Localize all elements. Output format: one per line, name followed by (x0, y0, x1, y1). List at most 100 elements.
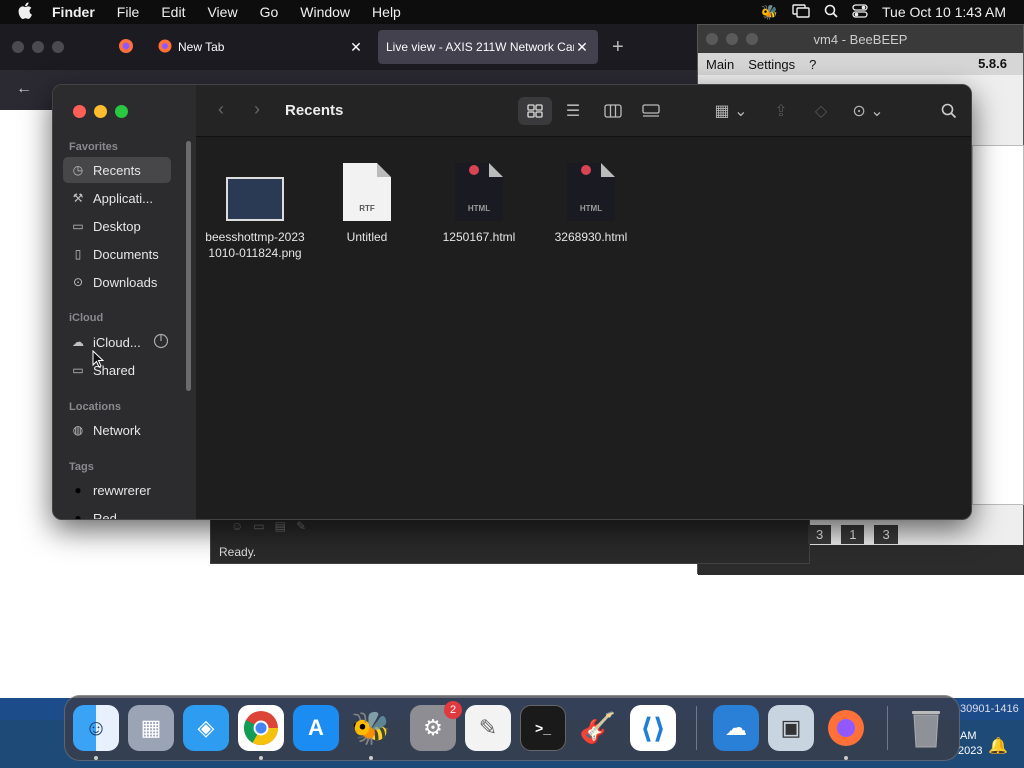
dock-weather-icon[interactable]: ☁ (713, 705, 759, 751)
menu-finder[interactable]: Finder (52, 4, 95, 20)
clear-icon[interactable]: ✎ (296, 519, 306, 539)
globe-icon: ◍ (72, 423, 84, 437)
sidebar-item-shared[interactable]: ▭ Shared (63, 357, 171, 383)
sidebar-section-icloud: iCloud (69, 312, 104, 324)
firefox-view-icon[interactable] (118, 38, 134, 57)
action-menu-button[interactable]: ⊙ ⌄ (846, 97, 890, 125)
finder-toolbar: ‹ › Recents ☰ ▦ ⌄ ⇪ ◇ ⊙ ⌄ (196, 85, 971, 137)
sidebar-item-desktop[interactable]: ▭ Desktop (63, 213, 171, 239)
zoom-button[interactable] (746, 33, 758, 45)
dock-textedit-icon[interactable]: ✎ (465, 705, 511, 751)
page-title: Recents (285, 102, 344, 119)
close-tab-icon[interactable]: ✕ (348, 39, 364, 56)
file-item-html-2[interactable]: HTML 3268930.html (541, 161, 641, 245)
menu-go[interactable]: Go (260, 4, 279, 20)
sidebar-item-label: iCloud... (93, 334, 141, 350)
beebeep-menu-main[interactable]: Main (706, 57, 734, 72)
sidebar-item-tag-red[interactable]: ● Red (63, 505, 171, 520)
search-icon[interactable] (932, 97, 966, 125)
sidebar-item-tag-rewwrerer[interactable]: ● rewwrerer (63, 477, 171, 503)
list-view-button[interactable]: ☰ (556, 97, 590, 125)
menu-file[interactable]: File (117, 4, 140, 20)
sidebar-item-label: Downloads (93, 274, 158, 290)
menu-view[interactable]: View (207, 4, 237, 20)
menubar-clock[interactable]: Tue Oct 10 1:43 AM (882, 4, 1006, 20)
forward-chevron-icon[interactable]: › (254, 99, 260, 120)
close-button[interactable] (73, 105, 86, 118)
apple-logo-icon[interactable] (18, 2, 38, 22)
dock-beebeep-icon[interactable]: 🐝 (348, 705, 394, 751)
screen-mirroring-icon[interactable] (792, 3, 810, 21)
file-item-untitled[interactable]: RTF Untitled (317, 161, 417, 245)
dock-launchpad-icon[interactable]: ▦ (128, 705, 174, 751)
sync-progress-icon (153, 333, 169, 352)
minimize-button[interactable] (94, 105, 107, 118)
dock-finder-icon[interactable]: ☺ (73, 705, 119, 751)
dock-system-settings-icon[interactable]: ⚙ 2 (410, 701, 462, 751)
dock-vscode-icon[interactable]: ⟨⟩ (630, 705, 676, 751)
beebeep-menu-help[interactable]: ? (809, 57, 816, 72)
tag-icon[interactable]: ◇ (804, 97, 838, 125)
beebeep-status-icon[interactable]: 🐝 (761, 4, 778, 21)
minimize-button[interactable] (726, 33, 738, 45)
column-view-button[interactable] (596, 97, 630, 125)
beebeep-menu-settings[interactable]: Settings (748, 57, 795, 72)
sidebar-item-network[interactable]: ◍ Network (63, 417, 171, 443)
send-file-icon[interactable]: ▤ (275, 519, 286, 539)
menu-help[interactable]: Help (372, 4, 401, 20)
sidebar-item-icloud-drive[interactable]: ☁ iCloud... (63, 329, 171, 355)
back-chevron-icon[interactable]: ‹ (218, 99, 224, 120)
sidebar-item-applications[interactable]: ⚒ Applicati... (63, 185, 171, 211)
corner-year: 2023 (958, 745, 983, 757)
dock-chrome-icon[interactable] (238, 705, 284, 751)
image-icon[interactable]: ▭ (253, 519, 264, 539)
tab-new-tab[interactable]: New Tab ✕ (150, 30, 372, 64)
sidebar-scrollbar[interactable] (186, 141, 191, 391)
dock-app-store-icon[interactable]: A (293, 705, 339, 751)
sidebar-item-recents[interactable]: ◷ Recents (63, 157, 171, 183)
emoji-icon[interactable]: ☺ (231, 519, 243, 539)
sidebar-item-documents[interactable]: ▯ Documents (63, 241, 171, 267)
zoom-button[interactable] (52, 41, 64, 53)
sidebar-item-downloads[interactable]: ⊙ Downloads (63, 269, 171, 295)
image-thumbnail-icon (226, 177, 284, 221)
close-tab-icon[interactable]: ✕ (574, 39, 590, 56)
group-by-button[interactable]: ▦ ⌄ (708, 97, 754, 125)
sidebar-item-label: Desktop (93, 218, 141, 234)
running-indicator (94, 756, 98, 760)
back-arrow-icon[interactable]: ← (16, 80, 32, 98)
new-tab-button[interactable]: + (612, 36, 624, 59)
file-count-badge[interactable]: 3 (874, 525, 898, 544)
dock-firefox-icon[interactable] (823, 705, 869, 751)
beebeep-user-list[interactable] (972, 145, 1024, 505)
dock-garageband-icon[interactable]: 🎸 (575, 705, 621, 751)
menubar-status-area: 🐝 Tue Oct 10 1:43 AM (761, 0, 1006, 24)
tab-live-view[interactable]: Live view - AXIS 211W Network Cam ✕ (378, 30, 598, 64)
close-button[interactable] (706, 33, 718, 45)
finder-sidebar: Favorites ◷ Recents ⚒ Applicati... ▭ Des… (53, 85, 196, 520)
file-type-tag: RTF (359, 204, 375, 213)
html-document-icon: HTML (567, 163, 615, 221)
sidebar-item-label: Documents (93, 246, 159, 262)
zoom-button[interactable] (115, 105, 128, 118)
notification-bell-icon[interactable]: 🔔 (988, 736, 1008, 756)
dock-trash-icon[interactable] (903, 705, 949, 751)
close-button[interactable] (12, 41, 24, 53)
user-count-badge[interactable]: 1 (841, 525, 865, 544)
tag-dot-icon: ● (74, 483, 82, 497)
menu-edit[interactable]: Edit (161, 4, 185, 20)
control-center-icon[interactable] (852, 3, 868, 21)
share-icon[interactable]: ⇪ (764, 97, 798, 125)
dock-terminal-icon[interactable]: >_ (520, 705, 566, 751)
menu-window[interactable]: Window (300, 4, 350, 20)
gallery-view-button[interactable] (634, 97, 668, 125)
chat-count-badge[interactable]: 3 (808, 525, 832, 544)
dock-preview-icon[interactable]: ▣ (768, 705, 814, 751)
file-item-html-1[interactable]: HTML 1250167.html (429, 161, 529, 245)
dock-safari-icon[interactable]: ◈ (183, 705, 229, 751)
document-icon: ▯ (74, 247, 82, 261)
spotlight-search-icon[interactable] (824, 4, 838, 21)
file-item-png[interactable]: beesshottmp-20231010-011824.png (205, 161, 305, 261)
minimize-button[interactable] (32, 41, 44, 53)
icon-view-button[interactable] (518, 97, 552, 125)
